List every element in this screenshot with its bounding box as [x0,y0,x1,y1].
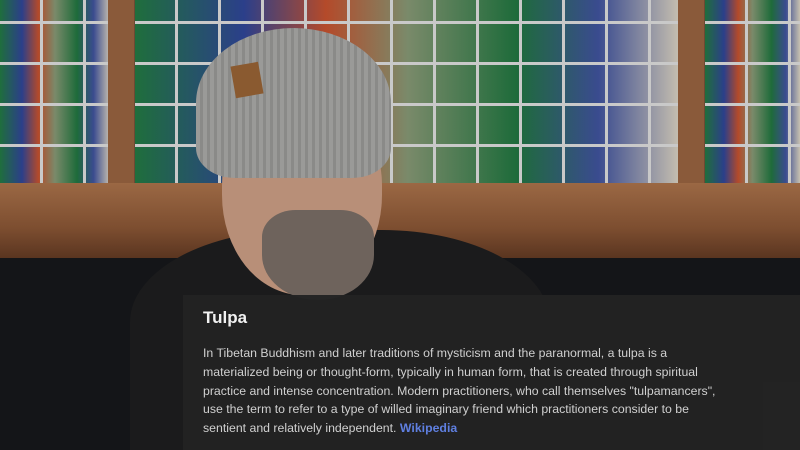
beanie-hat [196,28,391,178]
stained-glass-window [705,0,800,185]
description-line: practice and intense concentration. Mode… [203,383,716,398]
stained-glass-window [0,0,110,185]
card-title: Tulpa [203,308,248,327]
description-line: materialized being or thought-form, typi… [203,364,698,379]
knowledge-card: Tulpa In Tibetan Buddhism and later trad… [183,295,800,450]
description-line: sentient and relatively independent. Wik… [203,419,780,438]
description-line: use the term to refer to a type of wille… [203,402,689,417]
hat-logo-patch [230,61,264,99]
window-frame [108,0,134,190]
description-line-text: sentient and relatively independent. [203,421,397,436]
description-line: In Tibetan Buddhism and later traditions… [203,346,668,360]
card-description: In Tibetan Buddhism and later traditions… [203,344,780,438]
person-beard [262,210,374,300]
window-frame [678,0,704,190]
wikipedia-link[interactable]: Wikipedia [400,421,457,435]
